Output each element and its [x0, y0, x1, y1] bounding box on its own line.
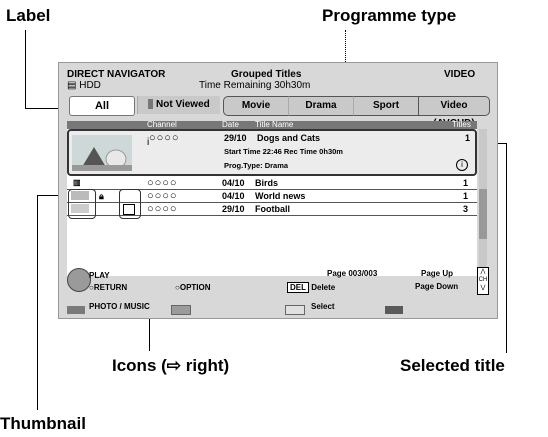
icons-highlight — [119, 189, 141, 219]
scrollbar-thumb[interactable] — [479, 189, 487, 239]
color-key-green[interactable] — [171, 301, 191, 319]
callout-label: Label — [6, 6, 51, 25]
page-down-label: Page Down — [415, 282, 459, 291]
tab-sport[interactable]: Sport — [353, 96, 418, 116]
thumbnail — [72, 135, 132, 171]
option-label: ○OPTION — [175, 283, 211, 292]
selected-count: 1 — [465, 133, 471, 143]
play-label: PLAY — [89, 271, 110, 280]
time-remaining: Time Remaining 30h30m — [199, 80, 311, 91]
color-key-blue[interactable] — [385, 301, 403, 319]
category-label: VIDEO — [444, 69, 476, 80]
selected-start-time: Start Time 22:46 Rec Time 0h30m — [224, 147, 343, 156]
tab-drama[interactable]: Drama — [288, 96, 353, 116]
channel-keys: ⋀ CH ⋁ — [477, 267, 489, 295]
tab-not-viewed[interactable]: Not Viewed — [137, 96, 220, 114]
label-tabs: All Not Viewed Movie Drama Sport Video (… — [67, 96, 490, 129]
red-key-icon — [67, 305, 85, 314]
tab-all[interactable]: All — [69, 96, 135, 116]
tv-icon: ▥ — [73, 178, 81, 187]
return-label: ○RETURN — [89, 283, 128, 292]
callout-programme-type: Programme type — [322, 6, 457, 25]
info-icon: i — [456, 159, 468, 171]
page-indicator: Page 003/003 — [327, 269, 378, 278]
callout-selected-title: Selected title — [400, 356, 505, 375]
blue-key-icon — [385, 305, 403, 314]
selected-title-name: Dogs and Cats — [257, 133, 321, 143]
flag-icon — [148, 99, 154, 110]
tab-video-avchd[interactable]: Video (AVCHD) — [418, 96, 490, 129]
dpad-icon — [67, 268, 91, 292]
selected-title-leader — [506, 143, 507, 353]
color-key-red[interactable] — [67, 301, 85, 319]
callout-thumbnail: Thumbnail — [0, 414, 86, 433]
thumbnail-leader — [37, 195, 38, 410]
tab-movie[interactable]: Movie — [223, 96, 289, 116]
green-key-icon — [171, 304, 191, 315]
page-up-label: Page Up — [421, 269, 454, 278]
scrollbar[interactable] — [479, 129, 487, 269]
label-leader-line — [25, 30, 26, 108]
direct-navigator-screen: DIRECT NAVIGATOR ▤ HDD Grouped Titles Ti… — [58, 62, 498, 319]
yellow-key-icon — [285, 304, 305, 315]
del-key: DEL — [287, 282, 309, 293]
callout-icons: Icons (⇨ right) — [112, 356, 230, 375]
color-key-yellow[interactable] — [285, 301, 305, 319]
selected-title-row[interactable]: i ○○○○ 29/10 Dogs and Cats Start Time 22… — [67, 129, 477, 176]
chevron-down-icon: ⋁ — [480, 285, 486, 291]
hdd-icon: ▤ — [67, 80, 77, 91]
selected-channel: ○○○○ — [149, 132, 180, 144]
photo-music-label: PHOTO / MUSIC — [89, 302, 150, 311]
delete-hint: DEL Delete — [287, 282, 335, 293]
lock-icon: 🔒︎ — [99, 191, 104, 201]
selected-prog-type: Prog.Type: Drama — [224, 161, 289, 170]
drive-indicator: ▤ HDD — [67, 80, 101, 91]
selected-date: 29/10 — [224, 133, 247, 143]
column-header: Channel Date Title Name Titles — [67, 121, 477, 129]
view-mode: Grouped Titles — [231, 69, 302, 80]
screen-title: DIRECT NAVIGATOR — [67, 69, 166, 80]
thumbnail-highlight — [68, 189, 96, 219]
title-list: Channel Date Title Name Titles i ○○○○ 29… — [67, 121, 477, 276]
chevron-up-icon: ⋀ — [480, 269, 486, 275]
select-label: Select — [311, 302, 335, 311]
